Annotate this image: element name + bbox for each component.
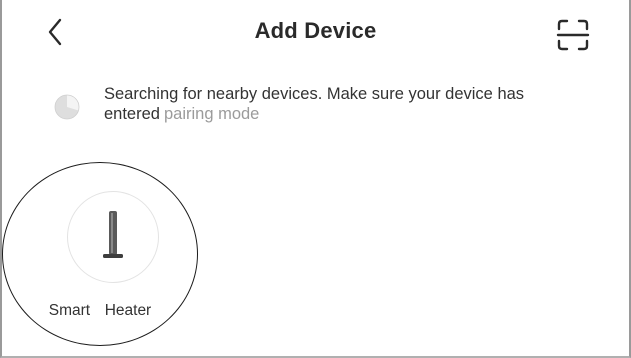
loading-spinner-icon (54, 94, 80, 120)
scan-button[interactable] (556, 18, 590, 52)
scan-frame-icon (556, 19, 590, 51)
page-title: Add Device (254, 18, 377, 43)
tower-heater-icon (102, 210, 123, 258)
device-label: Smart Heater (48, 302, 152, 319)
pairing-mode-link[interactable]: pairing mode (164, 105, 259, 123)
header-bar: Add Device (2, 0, 629, 66)
search-status-text: Searching for nearby devices. Make sure … (104, 84, 594, 124)
add-device-screen: Add Device Searching for nearby devices.… (0, 0, 631, 358)
search-status: Searching for nearby devices. Make sure … (50, 82, 610, 132)
device-icon-container (67, 191, 159, 283)
